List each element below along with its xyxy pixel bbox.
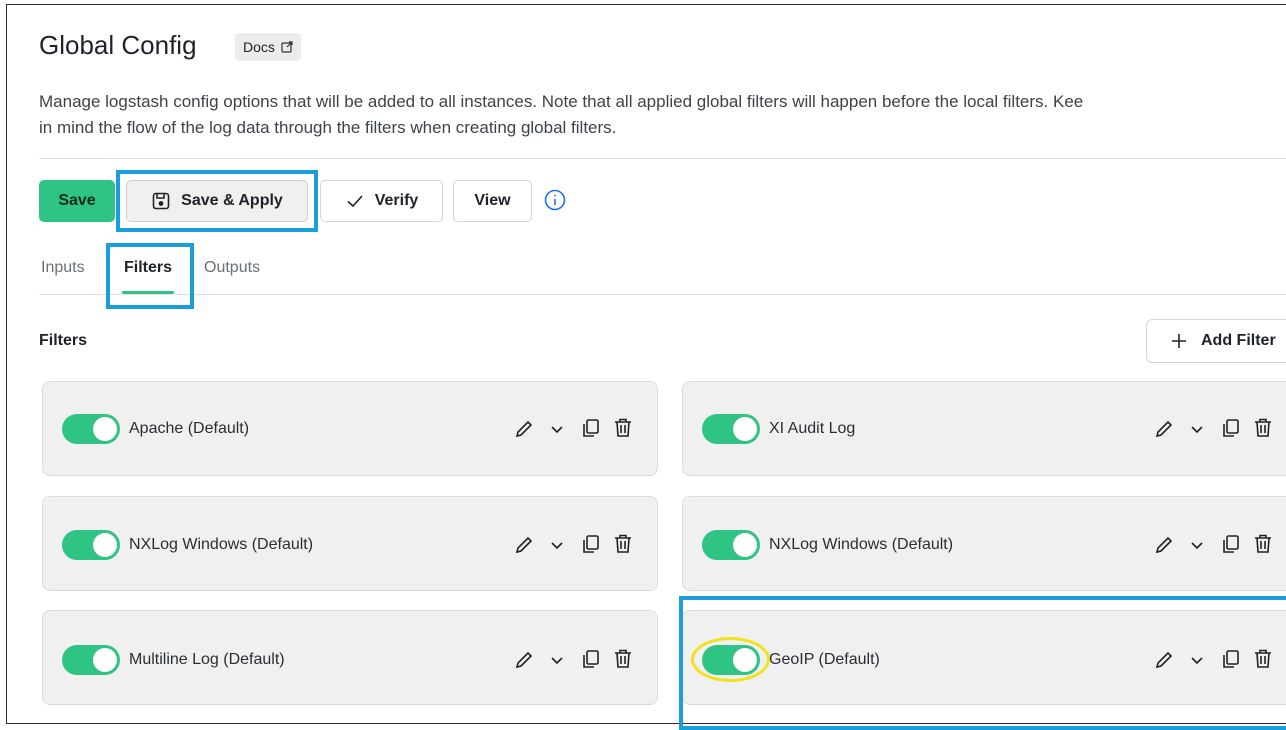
trash-icon[interactable] [612,417,634,439]
docs-link[interactable]: Docs [235,33,301,61]
add-filter-label: Add Filter [1201,332,1276,349]
toggle-knob [93,417,117,441]
filter-toggle[interactable] [702,530,760,560]
info-icon[interactable] [544,189,566,211]
highlight-filters-tab [106,243,194,309]
pencil-icon[interactable] [1153,534,1175,556]
trash-icon[interactable] [612,533,634,555]
filter-label: Apache (Default) [129,420,250,437]
chevron-down-icon[interactable] [548,536,566,554]
filter-label: NXLog Windows (Default) [129,536,314,553]
tab-inputs[interactable]: Inputs [41,259,85,277]
chevron-down-icon[interactable] [1188,536,1206,554]
highlight-geoip-card [679,596,1286,730]
pencil-icon[interactable] [513,649,535,671]
verify-button[interactable]: Verify [320,180,443,222]
highlight-geoip-toggle [691,637,770,682]
pencil-icon[interactable] [513,534,535,556]
page-title: Global Config [39,30,197,60]
verify-label: Verify [374,192,419,209]
external-link-icon [281,41,293,53]
pencil-icon[interactable] [513,418,535,440]
toggle-knob [733,533,757,557]
filter-label: Multiline Log (Default) [129,651,285,668]
filter-toggle[interactable] [62,530,120,560]
filter-label: NXLog Windows (Default) [769,536,954,553]
filter-label: XI Audit Log [769,420,856,437]
chevron-down-icon[interactable] [1188,420,1206,438]
add-filter-button[interactable]: Add Filter [1146,319,1286,363]
filter-toggle[interactable] [62,414,120,444]
copy-icon[interactable] [580,648,602,670]
filter-toggle[interactable] [702,414,760,444]
filter-toggle[interactable] [62,645,120,675]
copy-icon[interactable] [1220,533,1242,555]
plus-icon [1172,334,1186,348]
trash-icon[interactable] [1252,533,1274,555]
trash-icon[interactable] [612,648,634,670]
chevron-down-icon[interactable] [548,420,566,438]
checkmark-icon [347,195,363,208]
highlight-save-apply [116,170,318,232]
chevron-down-icon[interactable] [548,651,566,669]
docs-label: Docs [243,39,275,55]
trash-icon[interactable] [1252,417,1274,439]
page-description: Manage logstash config options that will… [39,92,1084,137]
toggle-knob [93,533,117,557]
copy-icon[interactable] [580,417,602,439]
tab-outputs[interactable]: Outputs [204,259,260,277]
filters-section-title: Filters [39,332,88,349]
pencil-icon[interactable] [1153,418,1175,440]
save-button[interactable]: Save [39,180,115,222]
view-button[interactable]: View [453,180,532,222]
toggle-knob [93,648,117,672]
tabs-divider [39,294,1286,295]
copy-icon[interactable] [580,533,602,555]
toggle-knob [733,417,757,441]
copy-icon[interactable] [1220,417,1242,439]
divider [39,158,1286,159]
